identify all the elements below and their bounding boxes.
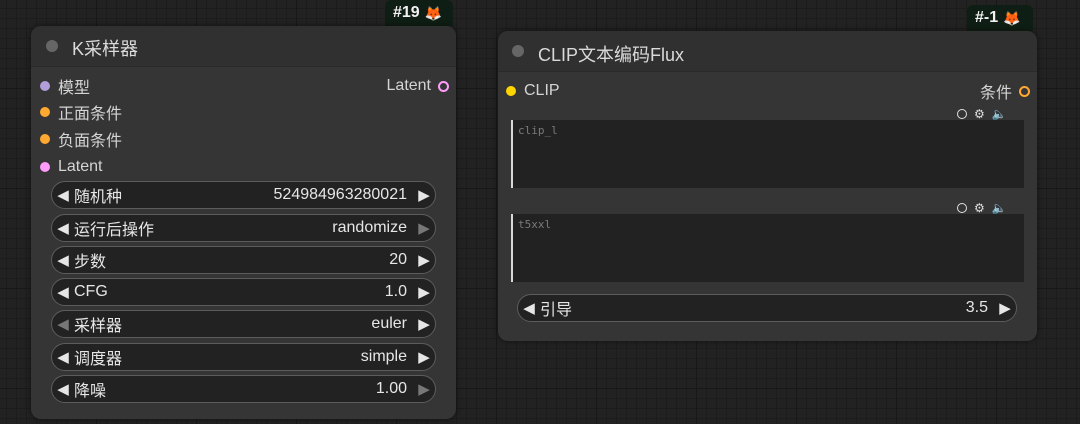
output-port-latent[interactable]: Latent [387,74,449,98]
textarea-toolbar: ⚙ 🔈 [957,202,1007,214]
control-after-generate-widget[interactable]: ◀ 运行后操作 randomize ▶ [51,214,436,242]
port-dot-icon[interactable] [40,162,50,172]
gear-icon[interactable]: ⚙ [974,108,985,120]
circle-toggle-icon[interactable] [957,109,967,119]
widget-label: 降噪 [74,383,107,400]
gear-icon[interactable]: ⚙ [974,202,985,214]
decrement-arrow-icon[interactable]: ◀ [52,315,74,333]
node-id-label: #19 [393,4,420,21]
denoise-widget[interactable]: ◀ 降噪 1.00 ▶ [51,375,436,403]
increment-arrow-icon[interactable]: ▶ [413,315,435,333]
fox-icon: 🦊 [424,4,443,21]
widget-value[interactable]: 3.5 [966,299,994,317]
t5xxl-textarea[interactable]: t5xxl [511,214,1024,282]
cfg-widget[interactable]: ◀ CFG 1.0 ▶ [51,278,436,306]
decrement-arrow-icon[interactable]: ◀ [52,380,74,398]
widget-value[interactable]: 1.00 [376,380,413,398]
input-port-clip[interactable]: CLIP [506,79,560,103]
node-id-badge: #-1 🦊 [967,5,1033,31]
port-dot-icon[interactable] [438,80,449,92]
increment-arrow-icon[interactable]: ▶ [994,299,1016,317]
output-port-conditioning[interactable]: 条件 [980,79,1030,103]
port-label: Latent [58,158,103,175]
sampler-widget[interactable]: ◀ 采样器 euler ▶ [51,310,436,338]
node-header[interactable]: K采样器 [31,26,456,67]
guidance-widget[interactable]: ◀ 引导 3.5 ▶ [517,294,1017,322]
increment-arrow-icon[interactable]: ▶ [413,283,435,301]
speaker-icon[interactable]: 🔈 [992,202,1007,214]
port-label: 条件 [979,85,1012,102]
decrement-arrow-icon[interactable]: ◀ [52,219,74,237]
scheduler-widget[interactable]: ◀ 调度器 simple ▶ [51,343,436,371]
port-dot-icon[interactable] [506,86,516,96]
widget-value[interactable]: euler [371,315,413,333]
increment-arrow-icon[interactable]: ▶ [413,219,435,237]
increment-arrow-icon[interactable]: ▶ [413,186,435,204]
circle-toggle-icon[interactable] [957,203,967,213]
textarea-toolbar: ⚙ 🔈 [957,108,1007,120]
node-id-badge: #19 🦊 [385,0,453,26]
port-label: 模型 [58,80,91,97]
decrement-arrow-icon[interactable]: ◀ [52,186,74,204]
decrement-arrow-icon[interactable]: ◀ [52,348,74,366]
widget-label: 调度器 [74,351,123,368]
port-label: Latent [386,77,431,94]
fox-icon: 🦊 [1003,9,1021,26]
node-title: K采样器 [72,39,139,59]
ksampler-node[interactable]: K采样器 模型 Latent 正面条件 负面条件 Latent ◀ 随机种 52… [31,26,456,419]
steps-widget[interactable]: ◀ 步数 20 ▶ [51,246,436,274]
input-port-model[interactable]: 模型 [40,74,90,98]
widget-label: 运行后操作 [74,222,155,239]
decrement-arrow-icon[interactable]: ◀ [52,251,74,269]
input-port-negative[interactable]: 负面条件 [40,127,122,151]
increment-arrow-icon[interactable]: ▶ [413,380,435,398]
port-label: 正面条件 [58,106,123,123]
port-dot-icon[interactable] [40,81,50,91]
port-label: CLIP [524,82,560,99]
port-label: 负面条件 [58,133,123,150]
widget-label: 随机种 [74,189,123,206]
clip-text-encode-flux-node[interactable]: CLIP文本编码Flux CLIP 条件 ⚙ 🔈 clip_l ⚙ 🔈 t5xx… [498,31,1037,341]
input-port-positive[interactable]: 正面条件 [40,100,122,124]
seed-widget[interactable]: ◀ 随机种 524984963280021 ▶ [51,181,436,209]
textarea-placeholder: t5xxl [518,218,552,231]
increment-arrow-icon[interactable]: ▶ [413,251,435,269]
speaker-icon[interactable]: 🔈 [992,108,1007,120]
widget-value[interactable]: 20 [389,251,413,269]
node-header[interactable]: CLIP文本编码Flux [498,31,1037,72]
widget-label: 引导 [540,302,573,319]
widget-label: 采样器 [74,318,123,335]
port-dot-icon[interactable] [1019,85,1030,97]
widget-value[interactable]: 524984963280021 [274,186,413,204]
textarea-placeholder: clip_l [518,124,558,137]
node-title: CLIP文本编码Flux [538,45,685,65]
node-id-label: #-1 [975,9,999,26]
widget-value[interactable]: 1.0 [385,283,413,301]
widget-value[interactable]: randomize [332,219,413,237]
collapse-dot-icon[interactable] [512,45,524,57]
decrement-arrow-icon[interactable]: ◀ [52,283,74,301]
port-dot-icon[interactable] [40,134,50,144]
port-dot-icon[interactable] [40,107,50,117]
increment-arrow-icon[interactable]: ▶ [413,348,435,366]
input-port-latent[interactable]: Latent [40,155,102,179]
collapse-dot-icon[interactable] [46,40,58,52]
decrement-arrow-icon[interactable]: ◀ [518,299,540,317]
clip-l-textarea[interactable]: clip_l [511,120,1024,188]
widget-value[interactable]: simple [361,348,413,366]
widget-label: CFG [74,283,108,300]
widget-label: 步数 [74,254,107,271]
